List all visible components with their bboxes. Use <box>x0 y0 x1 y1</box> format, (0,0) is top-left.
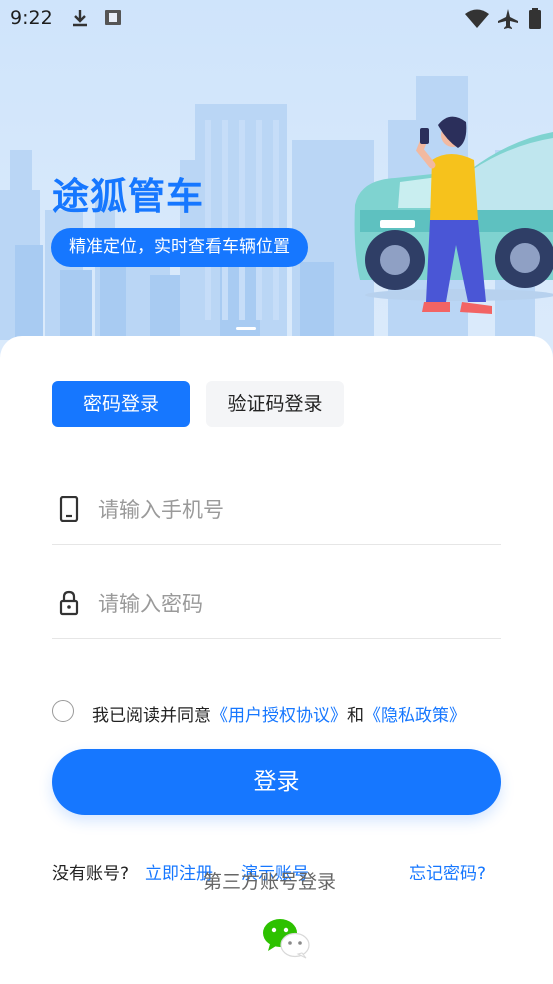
wechat-icon[interactable] <box>262 916 312 960</box>
password-field <box>52 568 501 639</box>
privacy-policy-link[interactable]: 《隐私政策》 <box>364 706 466 726</box>
woman-with-car-illustration <box>354 116 553 314</box>
login-card: 密码登录 验证码登录 我已阅读并同意《用户授权协议》和《隐私政策》 登录 没有账… <box>0 336 553 984</box>
wifi-icon <box>465 9 489 28</box>
agreement-checkbox[interactable] <box>52 700 74 722</box>
phone-input[interactable] <box>98 490 478 530</box>
app-title: 途狐管车 <box>52 175 204 218</box>
download-icon <box>73 10 87 27</box>
status-time: 9:22 <box>10 7 53 29</box>
lock-icon <box>59 590 79 616</box>
tab-code-login[interactable]: 验证码登录 <box>206 381 344 427</box>
password-input[interactable] <box>98 584 478 624</box>
agreement-text: 我已阅读并同意《用户授权协议》和《隐私政策》 <box>92 701 466 726</box>
app-slogan: 精准定位，实时查看车辆位置 <box>51 228 308 267</box>
user-agreement-link[interactable]: 《用户授权协议》 <box>211 706 347 726</box>
status-bar: 9:22 <box>0 0 553 38</box>
forgot-password-link[interactable]: 忘记密码? <box>409 859 486 884</box>
hero-banner: 9:22 途狐管车 精准定位，实时查看车辆位置 <box>0 0 553 360</box>
third-party-login-label: 第三方账号登录 <box>203 871 337 893</box>
phone-icon <box>59 496 79 522</box>
airplane-icon <box>498 9 518 29</box>
keyboard-icon <box>105 10 121 25</box>
carousel-indicator <box>236 327 256 330</box>
tab-password-login[interactable]: 密码登录 <box>52 381 190 427</box>
login-button[interactable]: 登录 <box>52 749 501 815</box>
battery-icon <box>529 8 541 29</box>
no-account-text: 没有账号? <box>52 864 130 884</box>
agreement-prefix: 我已阅读并同意 <box>92 706 211 726</box>
phone-field <box>52 474 501 545</box>
agreement-conjunction: 和 <box>347 706 364 726</box>
